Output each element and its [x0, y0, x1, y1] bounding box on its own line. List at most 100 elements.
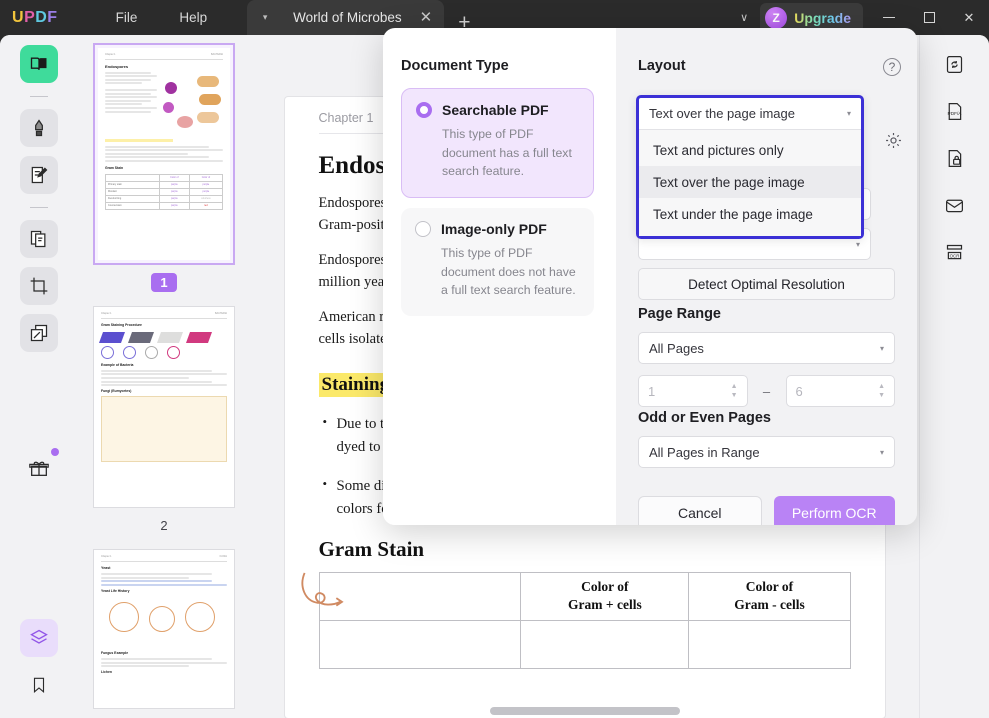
chevron-down-icon: ▾ — [856, 240, 860, 249]
layout-dropdown-list: Text and pictures only Text over the pag… — [639, 130, 861, 236]
stepper-arrows-icon[interactable]: ▲▼ — [731, 383, 738, 399]
sidebar-item-comment[interactable] — [20, 109, 58, 147]
upgrade-badge-icon: Z — [765, 7, 787, 29]
tab-list-caret-icon[interactable]: ▾ — [247, 0, 283, 35]
document-section-heading: Gram Stain — [319, 537, 851, 562]
layout-title: Layout — [638, 58, 895, 74]
sidebar-item-crop[interactable] — [20, 267, 58, 305]
page-range-separator: – — [748, 384, 786, 399]
option-image-only-pdf-label: Image-only PDF — [441, 221, 547, 237]
thumbnail-page-1[interactable]: Chapter 1BACTERIA Endospores — [93, 43, 235, 265]
stepper-arrows-icon[interactable]: ▲▼ — [878, 383, 885, 399]
logo-letter-d: D — [35, 9, 47, 27]
odd-even-title: Odd or Even Pages — [638, 410, 895, 426]
option-image-only-pdf[interactable]: Image-only PDF This type of PDF document… — [401, 208, 594, 316]
sidebar-item-gift[interactable] — [20, 449, 58, 487]
sidebar-item-sync-pdf[interactable] — [936, 45, 974, 83]
sidebar-item-bookmark[interactable] — [20, 666, 58, 704]
svg-text:PDF/A: PDF/A — [948, 111, 963, 117]
sidebar-item-layers[interactable] — [20, 619, 58, 657]
thumbnail-page-2-preview: Chapter 1BACTERIA Gram Staining Procedur… — [94, 307, 234, 507]
thumbnail-panel[interactable]: Chapter 1BACTERIA Endospores — [78, 35, 250, 718]
sidebar-item-convert[interactable] — [20, 314, 58, 352]
page-range-to-value: 6 — [796, 384, 803, 399]
right-tool-rail: PDF/A OCR — [919, 35, 989, 718]
layout-option-text-over-the-page-image[interactable]: Text over the page image — [639, 166, 861, 198]
protect-icon — [944, 148, 965, 169]
chevron-down-icon[interactable]: ∨ — [728, 11, 760, 24]
odd-even-select[interactable]: All Pages in Range ▾ — [638, 436, 895, 468]
gram-stain-table: Color of Gram + cells Color of Gram - ce… — [319, 572, 851, 669]
sidebar-item-reader[interactable] — [20, 45, 58, 83]
bookmark-icon — [30, 676, 48, 694]
perform-ocr-button[interactable]: Perform OCR — [774, 496, 896, 525]
document-type-panel: Document Type Searchable PDF This type o… — [383, 28, 616, 525]
table-row: Color of Gram + cells Color of Gram - ce… — [319, 572, 850, 620]
sidebar-item-protect[interactable] — [936, 139, 974, 177]
updf-logo: U P D F — [12, 9, 58, 27]
page-range-to-input[interactable]: 6 ▲▼ — [786, 375, 896, 407]
gram-table-header-positive: Color of Gram + cells — [521, 572, 689, 620]
cancel-button[interactable]: Cancel — [638, 496, 762, 525]
handdrawn-arrow-icon — [299, 567, 355, 619]
logo-letter-f: F — [47, 9, 57, 27]
left-tool-rail — [0, 35, 78, 718]
email-icon — [944, 195, 965, 216]
layout-option-text-and-pictures-only[interactable]: Text and pictures only — [639, 134, 861, 166]
organize-pages-icon — [29, 229, 49, 249]
radio-searchable-pdf[interactable] — [416, 102, 432, 118]
layout-dropdown-trigger[interactable]: Text over the page image ▾ — [639, 98, 861, 130]
page-range-value: All Pages — [649, 341, 704, 356]
thumbnail-page-2-number: 2 — [151, 516, 177, 535]
close-tab-icon[interactable]: ✕ — [420, 10, 433, 25]
rail-divider-2 — [30, 207, 48, 208]
option-searchable-pdf[interactable]: Searchable PDF This type of PDF document… — [401, 88, 594, 198]
sidebar-item-organize-pages[interactable] — [20, 220, 58, 258]
pdfa-icon: PDF/A — [944, 101, 965, 122]
radio-image-only-pdf[interactable] — [415, 221, 431, 237]
chevron-down-icon: ▾ — [847, 109, 851, 118]
edit-pdf-icon — [29, 165, 49, 185]
menu-help[interactable]: Help — [169, 0, 217, 35]
page-range-from-input[interactable]: 1 ▲▼ — [638, 375, 748, 407]
layout-dropdown[interactable]: Text over the page image ▾ Text and pict… — [636, 95, 864, 239]
layers-icon — [29, 628, 49, 648]
crop-icon — [29, 276, 49, 296]
odd-even-value: All Pages in Range — [649, 445, 760, 460]
gift-icon — [28, 457, 50, 479]
application-window: U P D F File Help ▾ World of Microbes ✕ … — [0, 0, 989, 718]
reader-icon — [29, 54, 49, 74]
settings-gear-icon[interactable] — [884, 131, 903, 155]
page-range-inputs: 1 ▲▼ – 6 ▲▼ — [638, 375, 895, 407]
sidebar-item-email[interactable] — [936, 186, 974, 224]
odd-even-section: Odd or Even Pages All Pages in Range ▾ — [638, 410, 895, 468]
layout-option-text-under-the-page-image[interactable]: Text under the page image — [639, 198, 861, 230]
gift-notification-dot — [51, 448, 59, 456]
logo-letter-u: U — [12, 9, 24, 27]
sidebar-item-edit-pdf[interactable] — [20, 156, 58, 194]
layout-selected-value: Text over the page image — [649, 106, 795, 121]
thumbnail-page-1-preview: Chapter 1BACTERIA Endospores — [98, 48, 230, 260]
chevron-down-icon: ▾ — [880, 344, 884, 353]
sync-pdf-icon — [944, 54, 965, 75]
option-searchable-pdf-label: Searchable PDF — [442, 102, 549, 118]
detect-optimal-resolution-button[interactable]: Detect Optimal Resolution — [638, 268, 895, 300]
chevron-down-icon: ▾ — [880, 448, 884, 457]
document-tab-title: World of Microbes — [293, 10, 402, 25]
thumbnail-page-2[interactable]: Chapter 1BACTERIA Gram Staining Procedur… — [93, 306, 235, 508]
page-range-select[interactable]: All Pages ▾ — [638, 332, 895, 364]
menu-file[interactable]: File — [106, 0, 148, 35]
close-window-icon[interactable]: ✕ — [949, 0, 989, 35]
svg-text:OCR: OCR — [950, 253, 960, 258]
help-icon[interactable]: ? — [883, 58, 901, 76]
horizontal-scrollbar[interactable] — [490, 707, 680, 715]
gram-table-header-negative: Color of Gram - cells — [689, 572, 850, 620]
thumbnail-page-3-preview: Chapter 1FUNGI Yeast Yeast Life History … — [94, 550, 234, 708]
dialog-actions: Cancel Perform OCR — [638, 496, 895, 525]
document-header-chapter: Chapter 1 — [319, 111, 374, 125]
sidebar-item-ocr[interactable]: OCR — [936, 233, 974, 271]
thumbnail-page-1-number: 1 — [151, 273, 177, 292]
sidebar-item-pdfa[interactable]: PDF/A — [936, 92, 974, 130]
ocr-icon: OCR — [944, 242, 965, 263]
thumbnail-page-3[interactable]: Chapter 1FUNGI Yeast Yeast Life History … — [93, 549, 235, 709]
